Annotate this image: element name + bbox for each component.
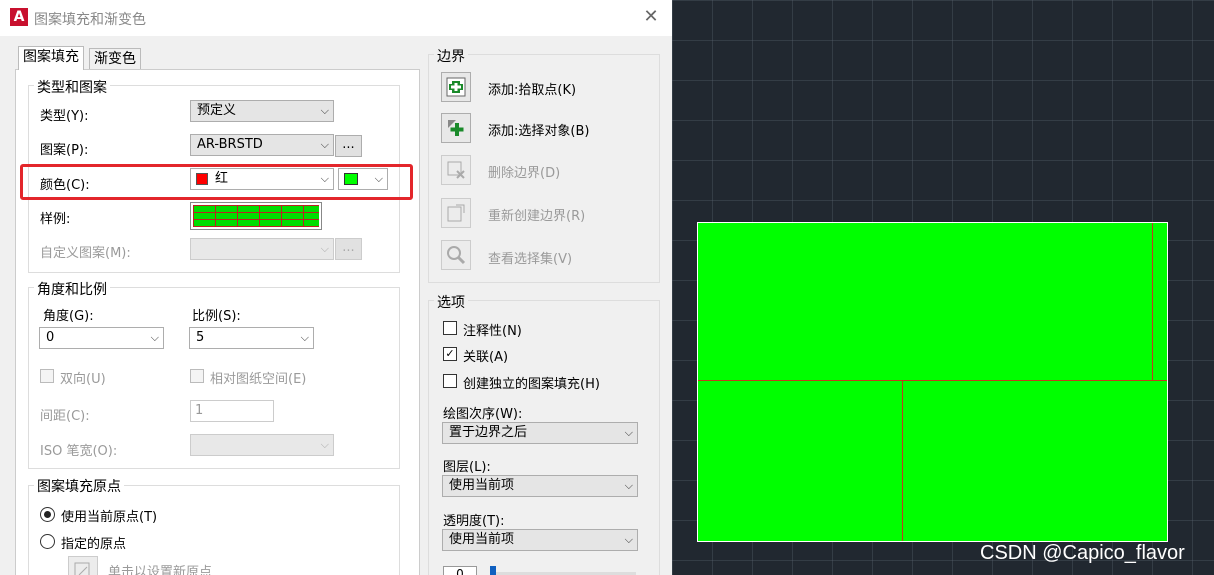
- radio-selected-dot: [44, 511, 51, 518]
- relative-paper-label: 相对图纸空间(E): [210, 372, 307, 387]
- view-selections-button[interactable]: [441, 240, 471, 270]
- chevron-down-icon: ⌵: [320, 104, 329, 117]
- chevron-down-icon: ⌵: [624, 479, 633, 492]
- draw-order-label: 绘图次序(W):: [443, 407, 523, 422]
- associative-checkbox[interactable]: ✓: [443, 347, 457, 361]
- title-bar: A 图案填充和渐变色 ✕: [0, 0, 672, 36]
- angle-value: 0: [46, 330, 55, 345]
- pick-point-icon: [446, 77, 466, 97]
- dialog-title: 图案填充和渐变色: [34, 12, 146, 28]
- transparency-value: 使用当前项: [449, 532, 515, 547]
- custom-pattern-browse-button[interactable]: ...: [335, 238, 362, 260]
- scale-select[interactable]: 5 ⌵: [189, 327, 314, 349]
- associative-label: 关联(A): [463, 350, 509, 365]
- add-pick-points-button[interactable]: [441, 72, 471, 102]
- layer-value: 使用当前项: [449, 478, 515, 493]
- use-current-origin-radio[interactable]: [40, 507, 55, 522]
- recreate-boundary-button[interactable]: [441, 198, 471, 228]
- draw-order-value: 置于边界之后: [449, 425, 528, 440]
- independent-hatch-label: 创建独立的图案填充(H): [463, 377, 600, 392]
- chevron-down-icon: ⌵: [300, 331, 309, 344]
- add-pick-points-label: 添加:拾取点(K): [488, 83, 577, 98]
- layer-label: 图层(L):: [443, 460, 491, 475]
- watermark: CSDN @Capico_flavor: [980, 542, 1185, 564]
- sample-label: 样例:: [40, 212, 71, 227]
- hatch-gradient-dialog: A 图案填充和渐变色 ✕ 图案填充 渐变色 类型和图案 类型(Y): 预定义 ⌵…: [0, 0, 672, 575]
- iso-pen-label: ISO 笔宽(O):: [40, 444, 118, 459]
- pattern-browse-button[interactable]: ...: [335, 135, 362, 157]
- magnifier-icon: [447, 246, 466, 265]
- tab-hatch[interactable]: 图案填充: [18, 46, 84, 70]
- add-select-objects-button[interactable]: [441, 113, 471, 143]
- angle-scale-title: 角度和比例: [34, 279, 110, 299]
- color-row-highlight: [20, 164, 413, 200]
- transparency-select[interactable]: 使用当前项 ⌵: [442, 529, 638, 551]
- independent-hatch-checkbox[interactable]: [443, 374, 457, 388]
- transparency-slider-thumb[interactable]: [490, 566, 496, 575]
- set-origin-button[interactable]: [68, 556, 98, 575]
- specified-origin-radio[interactable]: [40, 534, 55, 549]
- custom-pattern-select[interactable]: ⌵: [190, 238, 334, 260]
- type-pattern-title: 类型和图案: [34, 77, 110, 97]
- set-origin-icon: [74, 562, 90, 575]
- chevron-down-icon: ⌵: [624, 533, 633, 546]
- chevron-down-icon: ⌵: [320, 438, 329, 451]
- type-select[interactable]: 预定义 ⌵: [190, 100, 334, 122]
- double-checkbox[interactable]: [40, 369, 54, 383]
- autocad-logo-icon: A: [10, 8, 28, 26]
- spacing-label: 间距(C):: [40, 409, 90, 424]
- double-label: 双向(U): [60, 372, 106, 387]
- angle-select[interactable]: 0 ⌵: [39, 327, 164, 349]
- recreate-boundary-icon: [447, 204, 465, 222]
- remove-boundaries-label: 删除边界(D): [488, 166, 561, 181]
- transparency-number-field[interactable]: 0: [443, 566, 477, 575]
- drawing-canvas[interactable]: [672, 0, 1214, 575]
- add-select-objects-label: 添加:选择对象(B): [488, 124, 590, 139]
- brick-pattern-preview: [193, 205, 319, 227]
- close-icon[interactable]: ✕: [640, 6, 662, 28]
- view-selections-label: 查看选择集(V): [488, 252, 573, 267]
- boundaries-title: 边界: [434, 46, 468, 66]
- iso-pen-select[interactable]: ⌵: [190, 434, 334, 456]
- tab-gradient[interactable]: 渐变色: [89, 48, 141, 70]
- draw-order-select[interactable]: 置于边界之后 ⌵: [442, 422, 638, 444]
- annotative-label: 注释性(N): [463, 324, 522, 339]
- boundary-line: [1152, 223, 1153, 380]
- type-value: 预定义: [197, 103, 237, 118]
- scale-label: 比例(S):: [192, 309, 241, 324]
- chevron-down-icon: ⌵: [320, 138, 329, 151]
- recreate-boundary-label: 重新创建边界(R): [488, 209, 586, 224]
- scale-value: 5: [196, 330, 205, 345]
- transparency-label: 透明度(T):: [443, 514, 505, 529]
- hatched-region[interactable]: [697, 222, 1168, 542]
- chevron-down-icon: ⌵: [320, 242, 329, 255]
- type-label: 类型(Y):: [40, 109, 89, 124]
- pattern-sample[interactable]: [190, 202, 322, 230]
- pattern-value: AR-BRSTD: [197, 137, 263, 152]
- boundary-line: [698, 380, 1167, 381]
- custom-pattern-label: 自定义图案(M):: [40, 246, 131, 261]
- select-objects-icon: [448, 120, 464, 136]
- angle-label: 角度(G):: [43, 309, 94, 324]
- relative-paper-checkbox[interactable]: [190, 369, 204, 383]
- pattern-select[interactable]: AR-BRSTD ⌵: [190, 134, 334, 156]
- pattern-label: 图案(P):: [40, 143, 89, 158]
- specified-origin-label: 指定的原点: [61, 537, 127, 552]
- set-origin-label: 单击以设置新原点: [108, 565, 213, 575]
- hatch-origin-title: 图案填充原点: [34, 476, 124, 496]
- spacing-field[interactable]: 1: [190, 400, 274, 422]
- remove-boundaries-button[interactable]: [441, 155, 471, 185]
- boundary-line: [902, 381, 903, 541]
- chevron-down-icon: ⌵: [150, 331, 159, 344]
- annotative-checkbox[interactable]: [443, 321, 457, 335]
- chevron-down-icon: ⌵: [624, 426, 633, 439]
- layer-select[interactable]: 使用当前项 ⌵: [442, 475, 638, 497]
- options-title: 选项: [434, 292, 468, 312]
- remove-boundary-icon: [447, 161, 465, 179]
- use-current-origin-label: 使用当前原点(T): [61, 510, 158, 525]
